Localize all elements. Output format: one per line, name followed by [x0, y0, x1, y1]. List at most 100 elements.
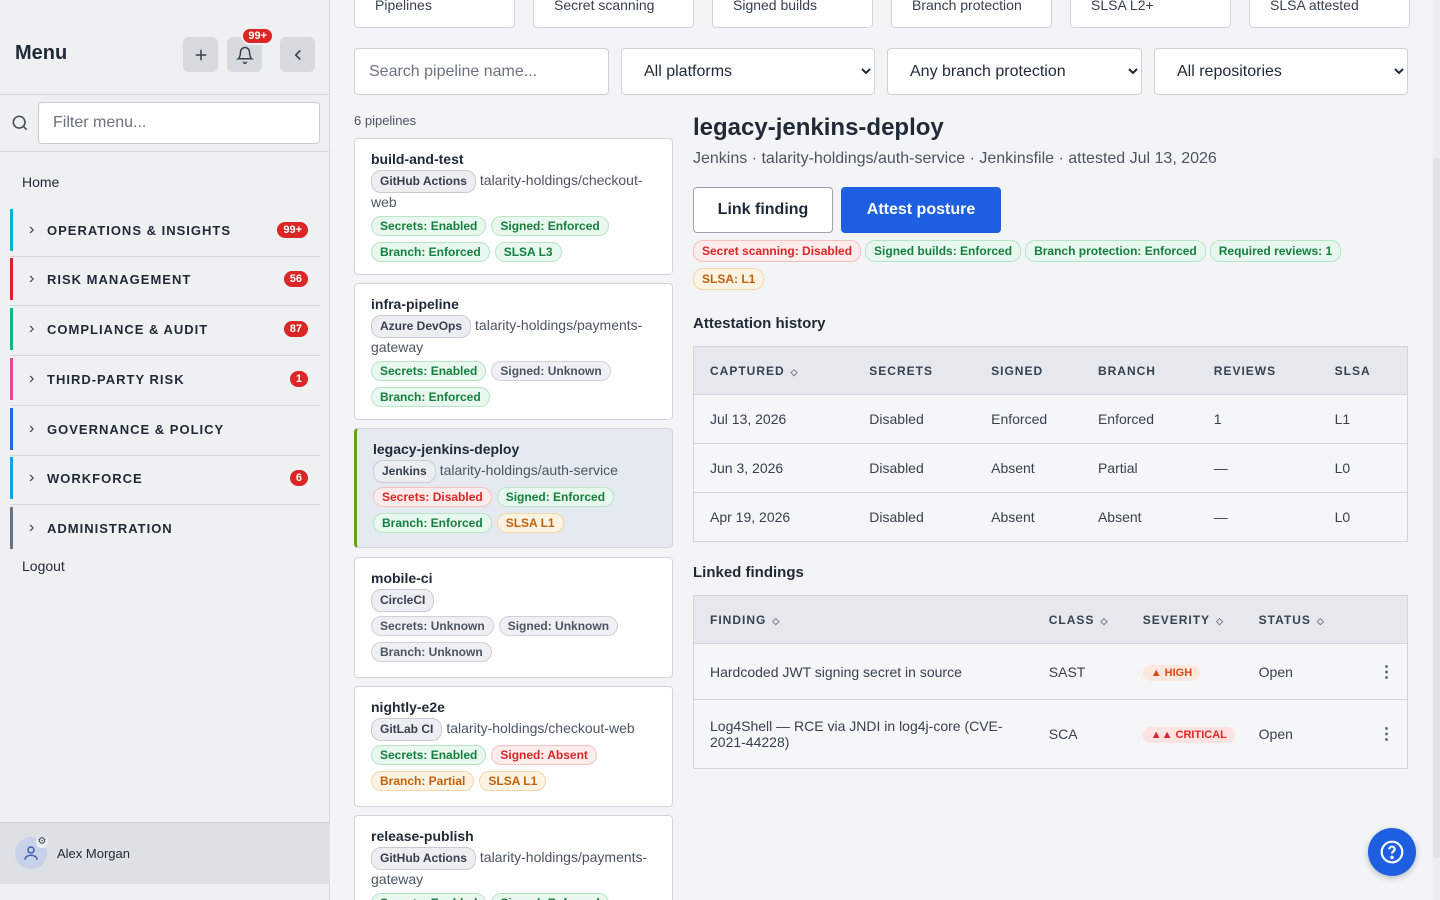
table-cell: Absent [1081, 492, 1198, 542]
sort-icon[interactable]: ◇ [1100, 616, 1108, 626]
column-header-label: CLASS [1048, 612, 1095, 627]
pipeline-card[interactable]: release-publish GitHub Actions talarity-ho… [354, 815, 673, 900]
main-content: Pipelines Secret scanning Signed builds Bra… [331, 0, 1440, 900]
pipeline-card[interactable]: legacy-jenkins-deploy Jenkins talarity-hol… [354, 428, 673, 548]
attestation-history-title: Attestation history [693, 315, 826, 332]
posture-tag: Signed: Enforced [491, 893, 609, 900]
posture-tag: SLSA L1 [496, 513, 564, 533]
nav-item-third-party-risk[interactable]: › THIRD-PARTY RISK 1 [10, 358, 320, 400]
repository-select[interactable]: All repositories [1154, 48, 1408, 95]
nav-item-label: GOVERNANCE & POLICY [47, 421, 225, 437]
nav-item-administration[interactable]: › ADMINISTRATION [10, 507, 320, 549]
column-header-label: STATUS [1258, 612, 1311, 627]
finding-status: Open [1242, 699, 1363, 769]
branch-protection-select[interactable]: Any branch protection [887, 48, 1142, 95]
user-footer[interactable]: ⚙ Alex Morgan [0, 822, 330, 884]
nav-item-workforce[interactable]: › WORKFORCE 6 [10, 457, 320, 499]
column-header[interactable]: CAPTURED ◇ [693, 346, 854, 395]
column-header-label: SIGNED [991, 363, 1044, 378]
pipeline-name: legacy-jenkins-deploy [373, 441, 520, 457]
add-button[interactable] [183, 37, 218, 72]
sort-icon[interactable]: ◇ [1216, 616, 1224, 626]
sort-icon[interactable]: ◇ [772, 616, 780, 626]
notifications-button[interactable]: 99+ [227, 27, 274, 72]
collapse-sidebar-button[interactable] [280, 37, 315, 72]
nav-divider [10, 455, 320, 456]
nav-item-operations-insights[interactable]: › OPERATIONS & INSIGHTS 99+ [10, 209, 320, 251]
posture-tag: Branch: Partial [371, 771, 475, 791]
column-header-label: SEVERITY [1142, 612, 1211, 627]
kpi-card[interactable]: SLSA attested [1249, 0, 1410, 28]
column-header[interactable]: SEVERITY ◇ [1126, 595, 1243, 644]
nav-item-risk-management[interactable]: › RISK MANAGEMENT 56 [10, 258, 320, 300]
nav-home[interactable]: Home [22, 174, 59, 190]
column-header-label: REVIEWS [1213, 363, 1277, 378]
table-cell: Apr 19, 2026 [693, 492, 854, 542]
scrollbar-thumb[interactable] [1433, 158, 1440, 858]
column-header[interactable]: FINDING ◇ [693, 595, 1033, 644]
kpi-card[interactable]: Signed builds [712, 0, 873, 28]
pipeline-meta: Azure DevOps talarity-holdings/payments-g… [371, 315, 656, 357]
column-header: SLSA [1318, 346, 1408, 395]
pipeline-name: build-and-test [371, 151, 464, 167]
chevron-right-icon: › [29, 320, 35, 337]
table-cell: Jul 13, 2026 [693, 394, 854, 444]
gear-icon: ⚙ [36, 836, 48, 848]
posture-tag: Signed: Enforced [496, 487, 615, 507]
nav-logout[interactable]: Logout [22, 558, 65, 574]
pipeline-name: mobile-ci [371, 570, 433, 586]
nav-item-count-badge: 56 [283, 271, 308, 287]
nav-item-governance-policy[interactable]: › GOVERNANCE & POLICY [10, 408, 320, 450]
table-cell: 1 [1197, 394, 1319, 444]
column-header[interactable]: STATUS ◇ [1242, 595, 1363, 644]
table-cell: Absent [975, 492, 1082, 542]
table-row[interactable]: Hardcoded JWT signing secret in source SA… [693, 643, 1408, 700]
pipeline-card[interactable]: nightly-e2e GitLab CI talarity-holdings/ch… [354, 686, 673, 807]
pipeline-search-input[interactable] [354, 48, 609, 95]
table-row: Apr 19, 2026 Disabled Absent Absent — L0 [693, 492, 1408, 542]
kebab-menu-icon[interactable]: ⋮ [1379, 726, 1395, 743]
kebab-menu-icon[interactable]: ⋮ [1379, 664, 1395, 681]
sort-icon[interactable]: ◇ [791, 367, 799, 377]
posture-tag-list: Secrets: Enabled Signed: Enforced [371, 893, 656, 900]
detail-subtitle: Jenkins · talarity-holdings/auth-service… [693, 150, 1217, 167]
pipeline-meta: CircleCI [371, 589, 656, 612]
attest-posture-button[interactable]: Attest posture [841, 187, 1001, 233]
kpi-card[interactable]: SLSA L2+ [1070, 0, 1231, 28]
table-cell: — [1197, 443, 1319, 493]
table-header-row: CAPTURED ◇ SECRETS SIGNED BRANCH REVIEWS SLSA [693, 346, 1408, 395]
table-row[interactable]: Log4Shell — RCE via JNDI in log4j-core (… [693, 699, 1408, 769]
posture-tag: Signed: Unknown [491, 361, 611, 381]
platform-select[interactable]: All platforms [621, 48, 875, 95]
filter-menu-input[interactable] [38, 102, 320, 144]
detail-title: legacy-jenkins-deploy [693, 114, 944, 141]
repository-name: talarity-holdings/checkout-web [446, 720, 635, 736]
help-button[interactable] [1368, 828, 1416, 876]
posture-tag-list: Secrets: Unknown Signed: Unknown Branch: U… [371, 616, 656, 668]
kpi-card[interactable]: Pipelines [354, 0, 515, 28]
sort-icon[interactable]: ◇ [1317, 616, 1325, 626]
platform-badge: GitLab CI [371, 718, 443, 741]
kpi-card[interactable]: Branch protection [891, 0, 1052, 28]
posture-tag-list: Secrets: Disabled Signed: EnforcedBranch:… [373, 487, 656, 539]
kpi-card[interactable]: Secret scanning [533, 0, 694, 28]
pipeline-card[interactable]: infra-pipeline Azure DevOps talarity-holdi… [354, 283, 673, 420]
column-header-actions [1362, 595, 1408, 644]
finding-title: Log4Shell — RCE via JNDI in log4j-core (… [693, 699, 1033, 769]
column-header: REVIEWS [1197, 346, 1319, 395]
nav-item-compliance-audit[interactable]: › COMPLIANCE & AUDIT 87 [10, 308, 320, 350]
column-header[interactable]: CLASS ◇ [1032, 595, 1127, 644]
linked-findings-title: Linked findings [693, 564, 804, 581]
posture-tag: SLSA: L1 [693, 268, 765, 290]
help-icon [1380, 840, 1404, 864]
platform-badge: GitHub Actions [371, 847, 476, 870]
pipeline-card[interactable]: build-and-test GitHub Actions talarity-hol… [354, 138, 673, 275]
pipeline-meta: Jenkins talarity-holdings/auth-service [373, 460, 656, 483]
severity-badge: ▲▲ CRITICAL [1142, 727, 1235, 743]
pipeline-card[interactable]: mobile-ci CircleCI Secrets: Unknown Signed:… [354, 557, 673, 678]
posture-tag: Secrets: Enabled [371, 745, 487, 765]
bell-icon [235, 46, 254, 64]
pipeline-meta: GitLab CI talarity-holdings/checkout-web [371, 718, 656, 741]
link-finding-button[interactable]: Link finding [693, 187, 833, 233]
nav-item-label: WORKFORCE [47, 470, 143, 486]
